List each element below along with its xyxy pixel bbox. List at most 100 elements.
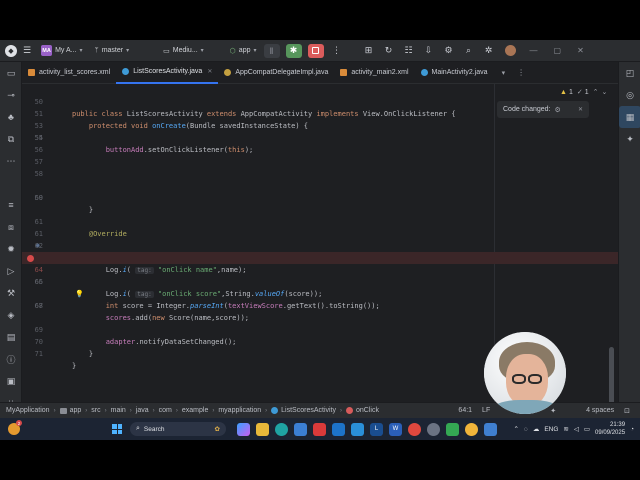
account-avatar[interactable] [504,45,516,56]
settings-app-icon[interactable] [427,422,440,436]
sdk-manager-icon[interactable]: ⇩ [421,45,437,56]
problems-icon[interactable]: ⓘ [0,348,22,370]
terminal-icon[interactable]: ▣ [0,370,22,392]
breadcrumb-item[interactable]: src [91,407,100,414]
more-icon[interactable]: ⋮ [329,45,345,56]
tabs-chevron-down-icon[interactable]: ▾ [502,69,506,77]
tab-activity-main2-xml[interactable]: activity_main2.xml [334,62,414,84]
running-devices-icon[interactable]: ▦ [619,106,640,128]
breadcrumb-item[interactable]: main [111,407,126,414]
run-config-selector[interactable]: ⬡ app ▾ [230,47,257,55]
windows-start-icon[interactable] [112,424,122,434]
resource-manager-icon[interactable]: ♣ [0,106,22,128]
weather-widget-icon[interactable]: 2 [8,420,22,435]
breadcrumb-item[interactable]: onClick [356,407,379,414]
run-icon[interactable]: ▷ [0,260,22,282]
breadcrumb-item[interactable]: com [159,407,172,414]
tab-app-compat-delegate-impl-java[interactable]: AppCompatDelegateImpl.java [218,62,334,84]
l-app-icon[interactable]: L [370,422,383,436]
structure-icon[interactable]: ⧉ [0,128,22,150]
todo-list-icon[interactable]: ≡ [0,194,22,216]
bug-icon[interactable]: ✹ [0,238,22,260]
breadcrumb-item[interactable]: app [70,407,82,414]
close-tab-icon[interactable]: ✕ [207,68,212,75]
breakpoint-icon[interactable] [27,254,34,262]
tabs-more-icon[interactable]: ⋮ [517,68,525,77]
main-menu-icon[interactable]: ☰ [23,45,31,56]
stop-button[interactable] [307,43,324,58]
android-studio-app-icon[interactable] [484,422,497,436]
taskbar-search[interactable]: ⌕ Search ✿ [130,422,226,436]
settings-gear-icon[interactable]: ✲ [481,45,497,56]
pause-button[interactable]: ‖ [263,43,280,58]
logcat-icon[interactable]: ▤ [0,326,22,348]
chrome-app-icon[interactable] [408,422,421,436]
popup-text: Code changed: [503,106,551,113]
notifications-icon[interactable]: ◰ [619,62,640,84]
photos-app-icon[interactable] [351,422,364,436]
edge-app-icon[interactable] [275,422,288,436]
commit-icon[interactable]: ⊸ [0,84,22,106]
device-selector[interactable]: ▭ Mediu... ▾ [163,47,204,55]
indent-setting[interactable]: 4 spaces [586,407,614,414]
left-tool-strip: ▭ ⊸ ♣ ⧉ ⋯ ≡ ⧈ ✹ ▷ ⚒ ◈ ▤ ⓘ ▣ ⑂ [0,62,22,408]
copilot-app-icon[interactable] [237,422,250,436]
build-hammer-icon[interactable]: ⚒ [0,282,22,304]
debug-button[interactable]: ✱ [285,43,302,58]
sync-icon[interactable]: ↻ [381,45,397,56]
readonly-lock-icon[interactable]: ⊡ [624,407,630,415]
file-explorer-app-icon[interactable] [256,422,269,436]
language-indicator[interactable]: ENG [544,426,558,433]
android-studio-logo-icon[interactable]: ◆ [5,44,17,57]
tab-list-scores-activity-java[interactable]: ListScoresActivity.java ✕ [116,62,219,84]
inspection-widget[interactable]: ▲ 1 ✓ 1 ⌃ ⌄ [560,88,608,97]
cursor-position[interactable]: 64:1 [458,407,472,414]
maximize-icon[interactable]: ▢ [554,46,562,55]
device-manager-icon[interactable]: ⊞ [361,45,377,56]
breadcrumb-item[interactable]: java [136,407,149,414]
plugins-icon[interactable]: ⚙ [441,45,457,56]
layers-icon[interactable]: ⧈ [0,216,22,238]
volume-icon[interactable]: ◁ [574,425,579,433]
cloud-tray-icon[interactable]: ☁ [533,425,540,433]
gemini-icon[interactable]: ✦ [619,128,640,150]
app-quality-icon[interactable]: ◈ [0,304,22,326]
breadcrumb-item[interactable]: myapplication [218,407,261,414]
breadcrumb-item[interactable]: ListScoresActivity [281,407,336,414]
outlook-app-icon[interactable] [332,422,345,436]
notification-bell-icon[interactable]: ◔ [630,426,634,433]
chrome2-app-icon[interactable] [465,422,478,436]
gradle-icon[interactable]: ◎ [619,84,640,106]
media-app-icon[interactable] [313,422,326,436]
clock-date: 09/09/2025 [595,430,626,436]
breadcrumb-item[interactable]: MyApplication [6,407,50,414]
project-selector[interactable]: MA My A... ▾ [41,45,83,56]
maps-app-icon[interactable] [446,422,459,436]
battery-icon[interactable]: ▭ [584,425,590,433]
breadcrumb-item[interactable]: example [182,407,208,414]
xml-file-icon [28,69,35,76]
apply-changes-icon[interactable]: ⚙ [554,106,560,114]
word-app-icon[interactable]: W [389,422,402,436]
method-icon [346,407,354,414]
project-folder-icon[interactable]: ▭ [0,62,22,84]
line-number: 56 [34,146,43,154]
layout-inspector-icon[interactable]: ☷ [401,45,417,56]
tab-activity-list-scores-xml[interactable]: activity_list_scores.xml [22,62,116,84]
close-popup-icon[interactable]: ✕ [578,106,583,113]
code-line: 55 [22,132,618,144]
chevron-down-icon[interactable]: ⌄ [602,88,608,96]
chevron-up-icon[interactable]: ⌃ [593,88,599,96]
code-line: 66 [22,276,618,288]
wifi-icon[interactable]: ≋ [563,425,568,433]
tray-overflow-icon[interactable]: ⌃ [514,425,519,433]
tab-main-activity2-java[interactable]: MainActivity2.java [415,62,494,84]
more-tools-icon[interactable]: ⋯ [0,150,22,172]
search-icon[interactable]: ⌕ [461,45,477,56]
network-tray-icon[interactable]: ◌ [524,426,528,433]
branch-selector[interactable]: ᛘ master ▾ [95,47,130,54]
minimize-icon[interactable]: — [530,46,538,55]
clock[interactable]: 21:39 09/09/2025 [595,421,625,437]
close-icon[interactable]: ✕ [577,46,584,55]
store-app-icon[interactable] [294,422,307,436]
